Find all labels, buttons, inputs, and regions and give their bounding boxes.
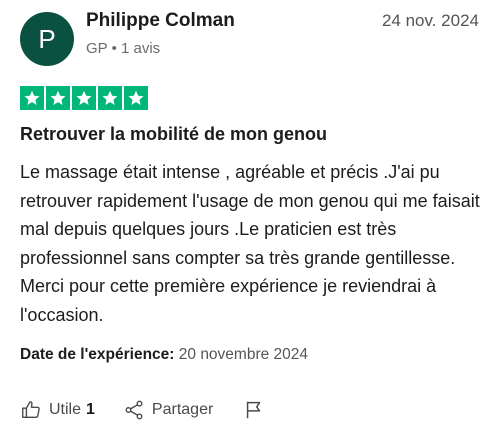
reviewer-review-count: 1 avis [121, 40, 161, 57]
useful-label: Utile [49, 401, 82, 418]
useful-button[interactable]: Utile 1 [20, 399, 95, 421]
avatar-initial: P [38, 23, 56, 54]
review-date: 24 nov. 2024 [381, 11, 479, 30]
star-icon [20, 86, 44, 110]
star-icon [124, 86, 148, 110]
review-body: Le massage était intense , agréable et p… [20, 162, 480, 325]
star-icon [98, 86, 122, 110]
review-actions: Utile 1 Partager [20, 399, 265, 421]
report-button[interactable] [243, 399, 265, 421]
star-rating [20, 86, 148, 110]
reviewer-name[interactable]: Philippe Colman [86, 10, 235, 32]
share-button[interactable]: Partager [123, 399, 213, 421]
reviewer-meta: GP • 1 avis [86, 40, 160, 57]
experience-date: Date de l'expérience: 20 novembre 2024 [20, 346, 308, 364]
share-icon [123, 399, 145, 421]
meta-separator: • [111, 40, 121, 57]
useful-count: 1 [86, 401, 95, 418]
review-title: Retrouver la mobilité de mon genou [20, 124, 328, 144]
experience-date-label: Date de l'expérience: [20, 346, 175, 363]
avatar[interactable]: P [20, 12, 74, 66]
experience-date-value: 20 novembre 2024 [178, 346, 309, 363]
thumbs-up-icon [20, 399, 42, 421]
star-icon [72, 86, 96, 110]
star-icon [46, 86, 70, 110]
reviewer-country: GP [86, 40, 108, 57]
share-label: Partager [151, 401, 214, 418]
flag-icon [243, 399, 265, 421]
